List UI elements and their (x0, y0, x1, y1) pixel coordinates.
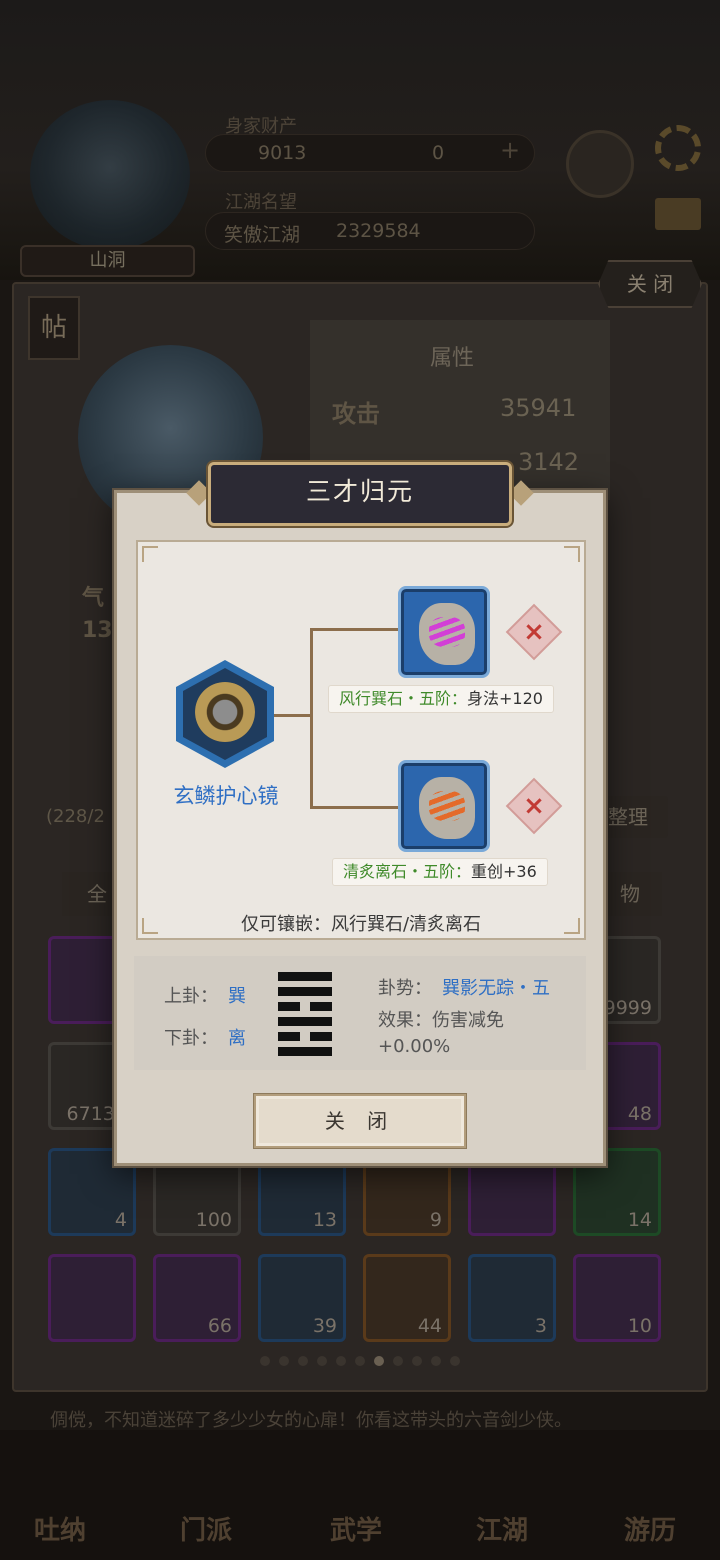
wealth-box (205, 134, 535, 172)
inventory-slot[interactable]: 66 (153, 1254, 241, 1342)
tab-items[interactable]: 物 (598, 872, 662, 916)
nav-tuna[interactable]: 吐纳 (34, 1510, 86, 1547)
wind-rune-icon (429, 617, 465, 647)
close-icon: × (523, 617, 545, 647)
gem-slot-xun[interactable] (398, 586, 490, 678)
dialog-close-button[interactable]: 关 闭 (254, 1094, 466, 1148)
page-dot (431, 1356, 441, 1366)
item-count: 13 (312, 1209, 337, 1231)
item-count: 3 (534, 1315, 547, 1337)
item-count: 39 (312, 1315, 337, 1337)
page-dot (298, 1356, 308, 1366)
inventory-slot[interactable]: 39 (258, 1254, 346, 1342)
scrolling-message: 倜傥，不知道迷碎了多少少女的心扉！你看这带头的六音剑少侠。 (50, 1410, 572, 1431)
attack-value: 35941 (500, 394, 577, 422)
gem-2-name: 清炙离石・五阶： (343, 862, 472, 881)
connector-line (274, 714, 312, 717)
stat-value: 13 (82, 618, 113, 643)
attributes-title: 属性 (430, 346, 475, 371)
add-currency-button[interactable]: + (500, 136, 520, 164)
item-count: 10 (627, 1315, 652, 1337)
nav-travel[interactable]: 游历 (624, 1510, 676, 1547)
inventory-slot[interactable] (48, 1254, 136, 1342)
connector-line (310, 628, 313, 808)
upper-trigram-value: 巽 (228, 986, 246, 1007)
attack-label: 攻击 (332, 400, 380, 428)
dialog-title: 三才归元 (305, 477, 414, 506)
panel-close-button[interactable]: 关 闭 (598, 260, 702, 308)
page-dot (393, 1356, 403, 1366)
page-dot (450, 1356, 460, 1366)
reputation-title: 笑傲江湖 (224, 224, 301, 246)
nav-sect[interactable]: 门派 (180, 1510, 232, 1547)
upper-trigram-label: 上卦： (164, 986, 218, 1007)
page-dot (374, 1356, 384, 1366)
lower-trigram-value: 离 (228, 1028, 246, 1049)
momentum-value: 巽影无踪・五 (442, 978, 550, 999)
item-count: 9 (429, 1209, 442, 1231)
tie-button[interactable]: 帖 (28, 296, 80, 360)
gem-1-effect: 身法+120 (467, 689, 543, 708)
inventory-slot[interactable]: 10 (573, 1254, 661, 1342)
inventory-slot[interactable]: 3 (468, 1254, 556, 1342)
momentum-label: 卦势： (378, 978, 432, 999)
page-dot (260, 1356, 270, 1366)
mirror-icon (195, 682, 255, 742)
item-count: 4 (114, 1209, 127, 1231)
gear-icon[interactable] (655, 125, 701, 171)
player-name: 山洞 (20, 245, 195, 277)
nav-martial[interactable]: 武学 (330, 1510, 382, 1547)
bag-count: (228/2 (46, 806, 105, 827)
gem-1-label: 风行巽石・五阶：身法+120 (328, 685, 554, 713)
gem-slot-li[interactable] (398, 760, 490, 852)
item-count: 66 (207, 1315, 232, 1337)
stat-label: 气 (82, 586, 105, 611)
item-count: 48 (627, 1103, 652, 1125)
inventory-slot[interactable]: 44 (363, 1254, 451, 1342)
item-count: 100 (195, 1209, 232, 1231)
gem-2-effect: 重创+36 (471, 862, 537, 881)
close-icon: × (523, 791, 545, 821)
page-dot (279, 1356, 289, 1366)
frame-corner (142, 546, 158, 562)
connector-line (310, 628, 400, 631)
connector-line (310, 806, 400, 809)
item-count: 14 (627, 1209, 652, 1231)
jade-value: 0 (432, 142, 445, 164)
gem-2-label: 清炙离石・五阶：重创+36 (332, 858, 548, 886)
hexagram-icon (278, 972, 332, 1056)
reputation-label: 江湖名望 (225, 192, 297, 213)
gold-value: 9013 (258, 142, 307, 164)
item-count: 44 (417, 1315, 442, 1337)
equipment-name: 玄鳞护心镜 (173, 784, 279, 808)
frame-corner (564, 546, 580, 562)
reputation-value: 2329584 (336, 220, 421, 242)
fire-rune-icon (429, 791, 465, 821)
page-dot (412, 1356, 422, 1366)
page-dot (355, 1356, 365, 1366)
player-avatar[interactable] (30, 100, 190, 250)
defense-value: 3142 (518, 448, 580, 476)
yinyang-icon[interactable] (566, 130, 634, 198)
gem-1-name: 风行巽石・五阶： (339, 689, 468, 708)
nav-jianghu[interactable]: 江湖 (476, 1510, 528, 1547)
effect-text: 效果：伤害减免+0.00% (378, 1010, 504, 1057)
page-dot (336, 1356, 346, 1366)
page-indicator (260, 1356, 470, 1368)
mail-icon[interactable] (655, 198, 701, 230)
page-dot (317, 1356, 327, 1366)
embed-note: 仅可镶嵌：风行巽石/清炙离石 (240, 914, 482, 935)
lower-trigram-label: 下卦： (164, 1028, 218, 1049)
